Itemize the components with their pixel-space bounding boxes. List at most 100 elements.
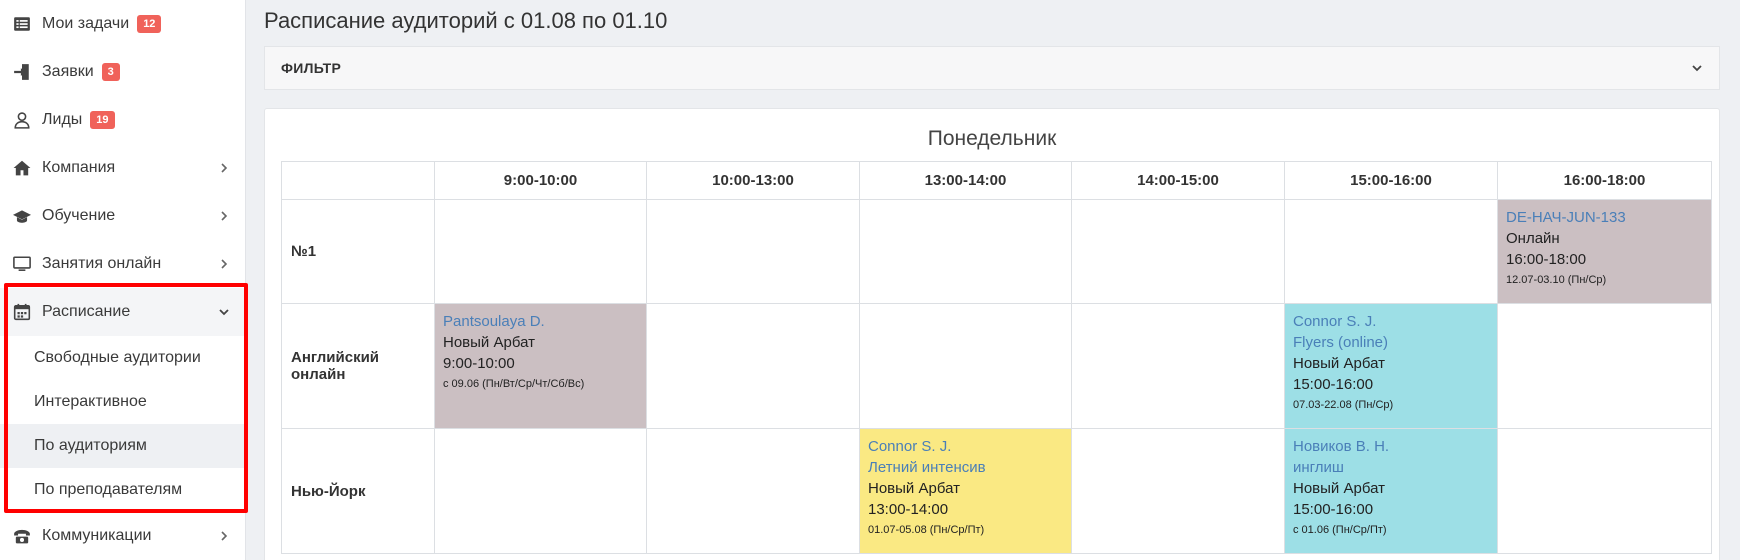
chevron-down-icon [1691,62,1703,74]
lesson-dates: 07.03-22.08 (Пн/Ср) [1293,399,1394,411]
room-label: Английский онлайн [281,303,435,429]
lesson-card[interactable]: Pantsoulaya D. Новый Арбат 9:00-10:00 с … [435,304,646,428]
sidebar-subitem-by-teachers[interactable]: По преподавателям [0,468,245,512]
sidebar-item-education[interactable]: Обучение [0,192,245,240]
user-icon [12,110,32,130]
sidebar-item-my-tasks[interactable]: Мои задачи 12 [0,0,245,48]
schedule-slot: Pantsoulaya D. Новый Арбат 9:00-10:00 с … [434,303,647,429]
group-link[interactable]: Летний интенсив [868,457,1063,478]
schedule-table: 9:00-10:00 10:00-13:00 13:00-14:00 14:00… [281,161,1712,554]
sidebar-subitem-free-rooms[interactable]: Свободные аудитории [0,336,245,380]
sidebar-item-label: Расписание [42,303,131,320]
schedule-slot[interactable] [1284,199,1498,304]
teacher-link[interactable]: Connor S. J. [868,436,1063,457]
schedule-slot[interactable] [1497,428,1712,554]
lesson-time: 9:00-10:00 [443,355,515,372]
sidebar-subitem-by-rooms[interactable]: По аудиториям [0,424,245,468]
chevron-right-icon [219,211,229,221]
sidebar-item-online-lessons[interactable]: Занятия онлайн [0,240,245,288]
column-header: 16:00-18:00 [1497,161,1712,200]
table-header-row: 9:00-10:00 10:00-13:00 13:00-14:00 14:00… [281,161,1712,200]
schedule-slot[interactable] [1071,199,1285,304]
lesson-place: Онлайн [1506,230,1560,247]
filter-label: ФИЛЬТР [281,60,342,76]
schedule-slot: Новиков В. Н. инглиш Новый Арбат 15:00-1… [1284,428,1498,554]
schedule-slot[interactable] [1071,303,1285,429]
phone-icon [12,526,32,546]
schedule-submenu: Свободные аудитории Интерактивное По ауд… [0,336,245,512]
schedule-slot[interactable] [646,303,860,429]
table-row: Нью-Йорк Connor S. J. Летний интенсив Но… [281,428,1712,554]
sidebar-item-label: Заявки [42,63,94,80]
lesson-card[interactable]: DE-НАЧ-JUN-133 Онлайн 16:00-18:00 12.07-… [1498,200,1711,303]
lesson-dates: с 01.06 (Пн/Ср/Пт) [1293,524,1387,536]
lesson-time: 13:00-14:00 [868,501,949,518]
schedule-slot[interactable] [434,428,647,554]
main-content: Расписание аудиторий с 01.08 по 01.10 ФИ… [246,0,1740,560]
group-link[interactable]: Flyers (online) [1293,332,1489,353]
sidebar-item-company[interactable]: Компания [0,144,245,192]
sidebar-item-label: Занятия онлайн [42,255,162,272]
lesson-card[interactable]: Новиков В. Н. инглиш Новый Арбат 15:00-1… [1285,429,1497,553]
chevron-right-icon [219,259,229,269]
schedule-slot[interactable] [859,303,1072,429]
lesson-card[interactable]: Connor S. J. Flyers (online) Новый Арбат… [1285,304,1497,428]
filter-panel-toggle[interactable]: ФИЛЬТР [264,46,1720,90]
schedule-slot[interactable] [1071,428,1285,554]
sign-in-icon [12,62,32,82]
column-header: 14:00-15:00 [1071,161,1285,200]
sidebar: Мои задачи 12 Заявки 3 Лиды 19 Компания … [0,0,248,560]
tasks-icon [12,14,32,34]
lesson-time: 15:00-16:00 [1293,376,1374,393]
column-header: 15:00-16:00 [1284,161,1498,200]
sidebar-item-schedule[interactable]: Расписание [0,288,245,336]
sidebar-item-communications[interactable]: Коммуникации [0,512,245,560]
page-title: Расписание аудиторий с 01.08 по 01.10 [264,8,668,33]
requests-count-badge: 3 [101,63,120,81]
schedule-slot: Connor S. J. Летний интенсив Новый Арбат… [859,428,1072,554]
sidebar-item-label: Лиды [42,111,83,128]
chevron-right-icon [219,531,229,541]
chevron-right-icon [219,163,229,173]
teacher-link[interactable]: Pantsoulaya D. [443,311,638,332]
lesson-card[interactable]: Connor S. J. Летний интенсив Новый Арбат… [860,429,1071,553]
lesson-place: Новый Арбат [868,480,960,497]
sidebar-item-leads[interactable]: Лиды 19 [0,96,245,144]
leads-count-badge: 19 [90,111,115,129]
schedule-slot: DE-НАЧ-JUN-133 Онлайн 16:00-18:00 12.07-… [1497,199,1712,304]
group-link[interactable]: инглиш [1293,457,1489,478]
schedule-slot[interactable] [646,199,860,304]
schedule-card: Понедельник 9:00-10:00 10:00-13:00 13:00… [264,108,1720,560]
sidebar-item-label: Компания [42,159,116,176]
teacher-link[interactable]: Новиков В. Н. [1293,436,1489,457]
teacher-link[interactable]: Connor S. J. [1293,311,1489,332]
schedule-slot[interactable] [646,428,860,554]
schedule-slot[interactable] [859,199,1072,304]
sidebar-item-label: Мои задачи [42,15,130,32]
column-header: 10:00-13:00 [646,161,860,200]
room-label: Нью-Йорк [281,428,435,554]
column-header: 13:00-14:00 [859,161,1072,200]
schedule-slot: Connor S. J. Flyers (online) Новый Арбат… [1284,303,1498,429]
room-label: №1 [281,199,435,304]
calendar-icon [12,302,32,322]
lesson-time: 16:00-18:00 [1506,251,1587,268]
sidebar-item-label: Коммуникации [42,527,152,544]
column-header: 9:00-10:00 [434,161,647,200]
table-row: №1 DE-НАЧ-JUN-133 Онлайн 16:00-18:00 12.… [281,199,1712,304]
tasks-count-badge: 12 [137,15,162,33]
lesson-place: Новый Арбат [443,334,535,351]
table-row: Английский онлайн Pantsoulaya D. Новый А… [281,303,1712,429]
schedule-slot[interactable] [1497,303,1712,429]
schedule-slot[interactable] [434,199,647,304]
sidebar-item-requests[interactable]: Заявки 3 [0,48,245,96]
home-icon [12,158,32,178]
lesson-time: 15:00-16:00 [1293,501,1374,518]
lesson-place: Новый Арбат [1293,355,1385,372]
lesson-dates: 12.07-03.10 (Пн/Ср) [1506,274,1607,286]
day-title: Понедельник [927,127,1057,150]
group-link[interactable]: DE-НАЧ-JUN-133 [1506,207,1703,228]
sidebar-item-label: Обучение [42,207,116,224]
sidebar-subitem-interactive[interactable]: Интерактивное [0,380,245,424]
graduation-cap-icon [12,206,32,226]
